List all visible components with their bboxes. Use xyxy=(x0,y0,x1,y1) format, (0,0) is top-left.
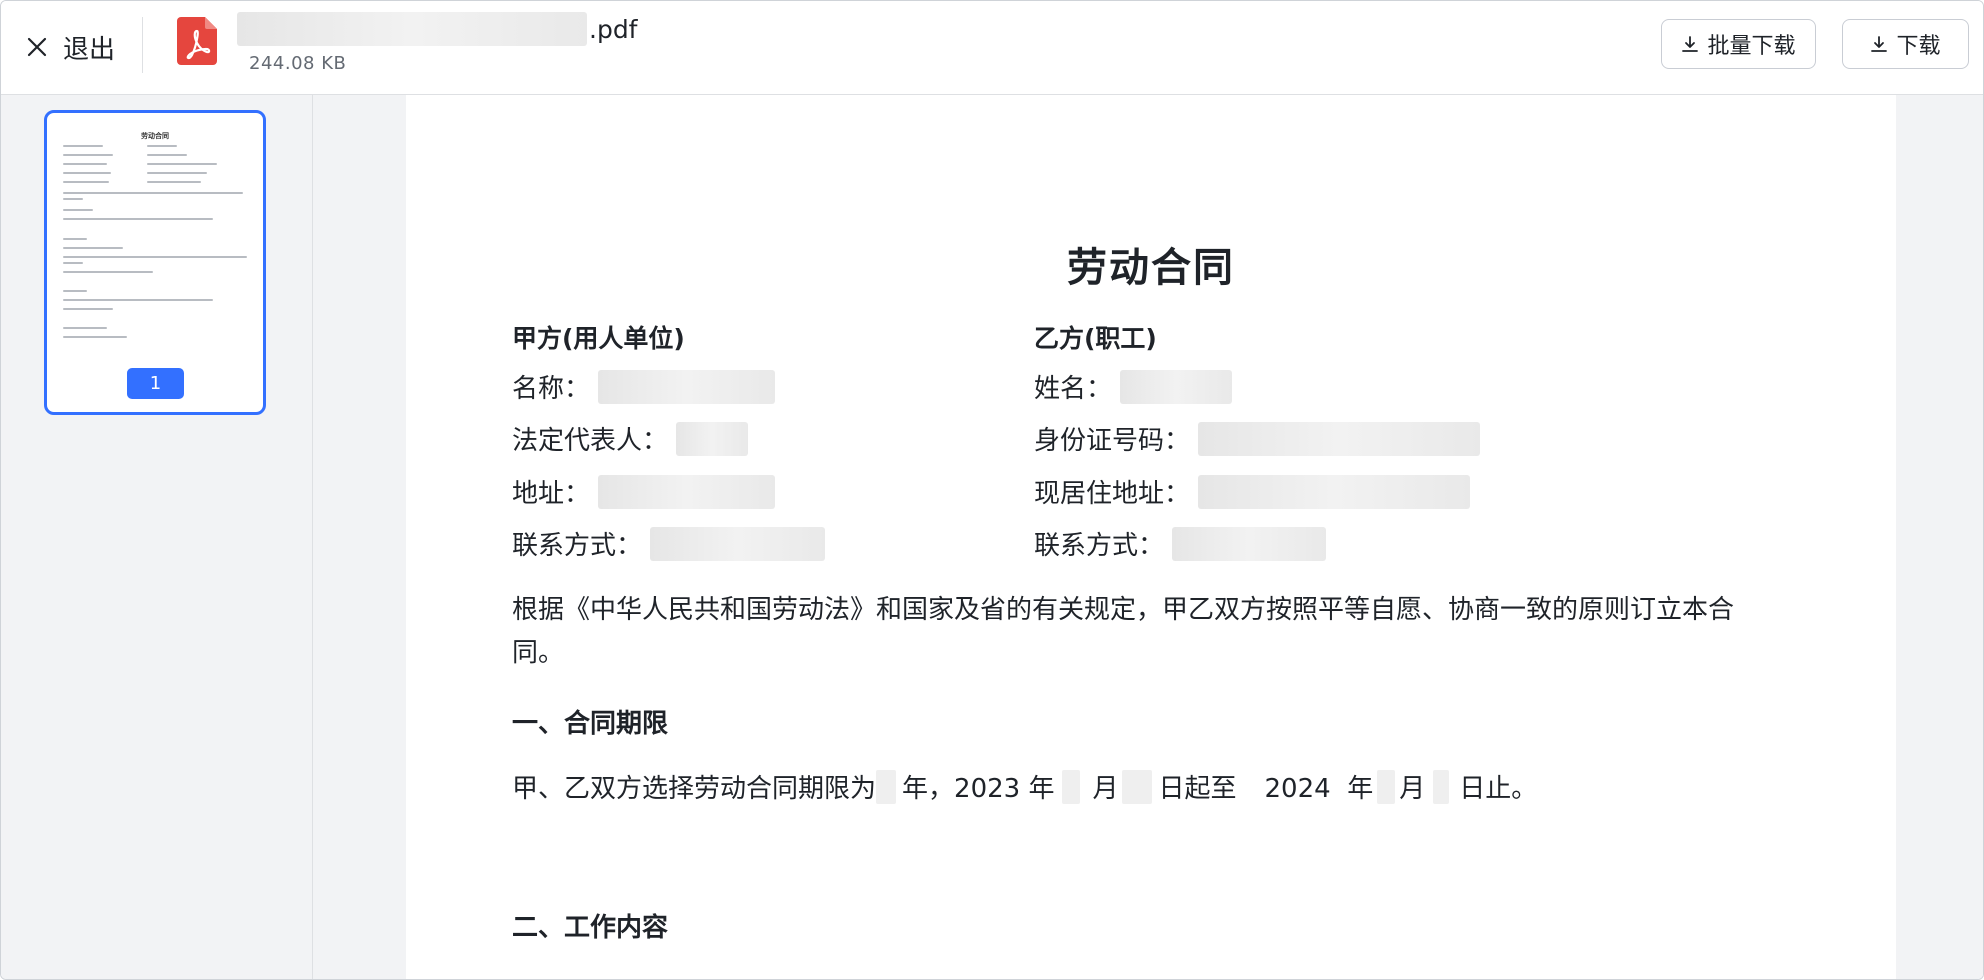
download-icon xyxy=(1870,35,1888,53)
header-divider xyxy=(142,17,143,73)
redacted-value xyxy=(676,421,749,456)
close-icon xyxy=(25,35,49,59)
id-number-label: 身份证号码： xyxy=(1034,426,1191,456)
thumb-text-line xyxy=(63,256,247,258)
residence-field: 现居住地址： xyxy=(1034,473,1471,510)
pdf-page: 劳动合同 甲方(用人单位) 乙方(职工) 名称： 姓名： 法定代表人： 身份证号… xyxy=(406,95,1896,979)
redacted-value xyxy=(1120,369,1233,404)
thumb-text-line xyxy=(63,238,87,240)
document-title: 劳动合同 xyxy=(1067,245,1235,291)
party-b-contact-label: 联系方式： xyxy=(1034,531,1165,561)
party-b-contact-field: 联系方式： xyxy=(1034,525,1327,562)
thumb-text-line xyxy=(147,181,201,183)
period-month-1: 月 xyxy=(1092,774,1119,804)
page-number-badge: 1 xyxy=(127,368,184,399)
pdf-file-icon xyxy=(177,17,217,65)
thumb-text-line xyxy=(63,192,243,194)
party-b-heading: 乙方(职工) xyxy=(1034,324,1157,353)
intro-paragraph: 根据《中华人民共和国劳动法》和国家及省的有关规定，甲乙双方按照平等自愿、协商一致… xyxy=(512,595,1735,668)
document-viewer[interactable]: 劳动合同 甲方(用人单位) 乙方(职工) 名称： 姓名： 法定代表人： 身份证号… xyxy=(313,95,1983,979)
thumb-text-line xyxy=(63,336,127,338)
thumb-text-line xyxy=(147,154,187,156)
file-name-redacted xyxy=(237,12,587,46)
party-a-heading: 甲方(用人单位) xyxy=(512,324,685,353)
period-end-year: 2024 年 xyxy=(1264,774,1374,804)
residence-label: 现居住地址： xyxy=(1034,479,1191,509)
preview-header: 退出 .pdf 244.08 KB 批量下载 下载 xyxy=(1,1,1983,95)
thumb-text-line xyxy=(147,172,207,174)
thumb-text-line xyxy=(63,198,83,200)
thumb-text-line xyxy=(63,262,83,264)
thumb-text-line xyxy=(63,181,109,183)
thumb-text-line xyxy=(63,327,107,329)
legal-rep-field: 法定代表人： xyxy=(512,420,749,457)
period-year-unit: 年， xyxy=(902,774,955,804)
thumbnail-title: 劳动合同 xyxy=(141,132,169,140)
thumb-text-line xyxy=(63,163,107,165)
thumb-text-line xyxy=(63,209,93,211)
section-2-heading: 二、工作内容 xyxy=(512,913,669,943)
blank-end-day xyxy=(1433,769,1450,804)
page-thumbnail[interactable]: 劳动合同 1 xyxy=(44,110,266,415)
blank-start-month xyxy=(1062,769,1081,804)
redacted-value xyxy=(1198,421,1481,456)
thumb-text-line xyxy=(63,299,213,301)
redacted-value xyxy=(598,474,776,509)
thumb-text-line xyxy=(63,218,213,220)
thumb-text-line xyxy=(63,247,123,249)
thumb-text-line xyxy=(63,271,153,273)
thumbnail-preview: 劳动合同 xyxy=(59,123,251,353)
thumb-text-line xyxy=(63,154,113,156)
thumb-text-line xyxy=(63,172,111,174)
thumb-text-line xyxy=(147,163,217,165)
party-a-address-field: 地址： xyxy=(512,473,776,510)
download-label: 下载 xyxy=(1896,34,1941,59)
file-size: 244.08 KB xyxy=(249,53,347,74)
blank-end-month xyxy=(1377,769,1396,804)
download-button[interactable]: 下载 xyxy=(1842,19,1969,69)
period-day-until: 日止。 xyxy=(1459,774,1538,804)
party-a-contact-label: 联系方式： xyxy=(512,531,643,561)
file-extension: .pdf xyxy=(589,14,638,44)
party-a-name-label: 名称： xyxy=(512,374,591,404)
party-b-name-field: 姓名： xyxy=(1034,368,1233,405)
batch-download-label: 批量下载 xyxy=(1707,34,1796,59)
batch-download-button[interactable]: 批量下载 xyxy=(1661,19,1816,69)
redacted-value xyxy=(1198,474,1471,509)
period-start-year: 2023 年 xyxy=(954,774,1055,804)
file-preview-window: 退出 .pdf 244.08 KB 批量下载 下载 劳动合同 1 劳动合同 甲方… xyxy=(0,0,1984,980)
thumb-text-line xyxy=(63,308,113,310)
legal-rep-label: 法定代表人： xyxy=(512,426,669,456)
period-day-from: 日起至 xyxy=(1158,774,1237,804)
period-month-2: 月 xyxy=(1399,774,1426,804)
contract-period-line: 甲、乙双方选择劳动合同期限为 年， 2023 年 月 日起至 2024 年 月 … xyxy=(512,768,1537,805)
id-number-field: 身份证号码： xyxy=(1034,420,1481,457)
period-prefix: 甲、乙双方选择劳动合同期限为 xyxy=(512,774,877,804)
file-name: .pdf xyxy=(237,9,638,49)
redacted-value xyxy=(598,369,776,404)
download-icon xyxy=(1681,35,1699,53)
party-b-name-label: 姓名： xyxy=(1034,374,1113,404)
thumb-text-line xyxy=(147,145,177,147)
redacted-value xyxy=(1172,526,1327,561)
blank-start-day xyxy=(1122,769,1153,804)
blank-years xyxy=(876,769,897,804)
section-1-heading: 一、合同期限 xyxy=(512,709,669,739)
redacted-value xyxy=(650,526,826,561)
exit-button[interactable]: 退出 xyxy=(25,27,115,67)
party-a-contact-field: 联系方式： xyxy=(512,525,826,562)
thumbnail-sidebar[interactable]: 劳动合同 1 xyxy=(1,95,313,979)
exit-label: 退出 xyxy=(63,34,116,65)
thumb-text-line xyxy=(63,290,87,292)
party-a-address-label: 地址： xyxy=(512,479,591,509)
party-a-name-field: 名称： xyxy=(512,368,776,405)
thumb-text-line xyxy=(63,145,103,147)
